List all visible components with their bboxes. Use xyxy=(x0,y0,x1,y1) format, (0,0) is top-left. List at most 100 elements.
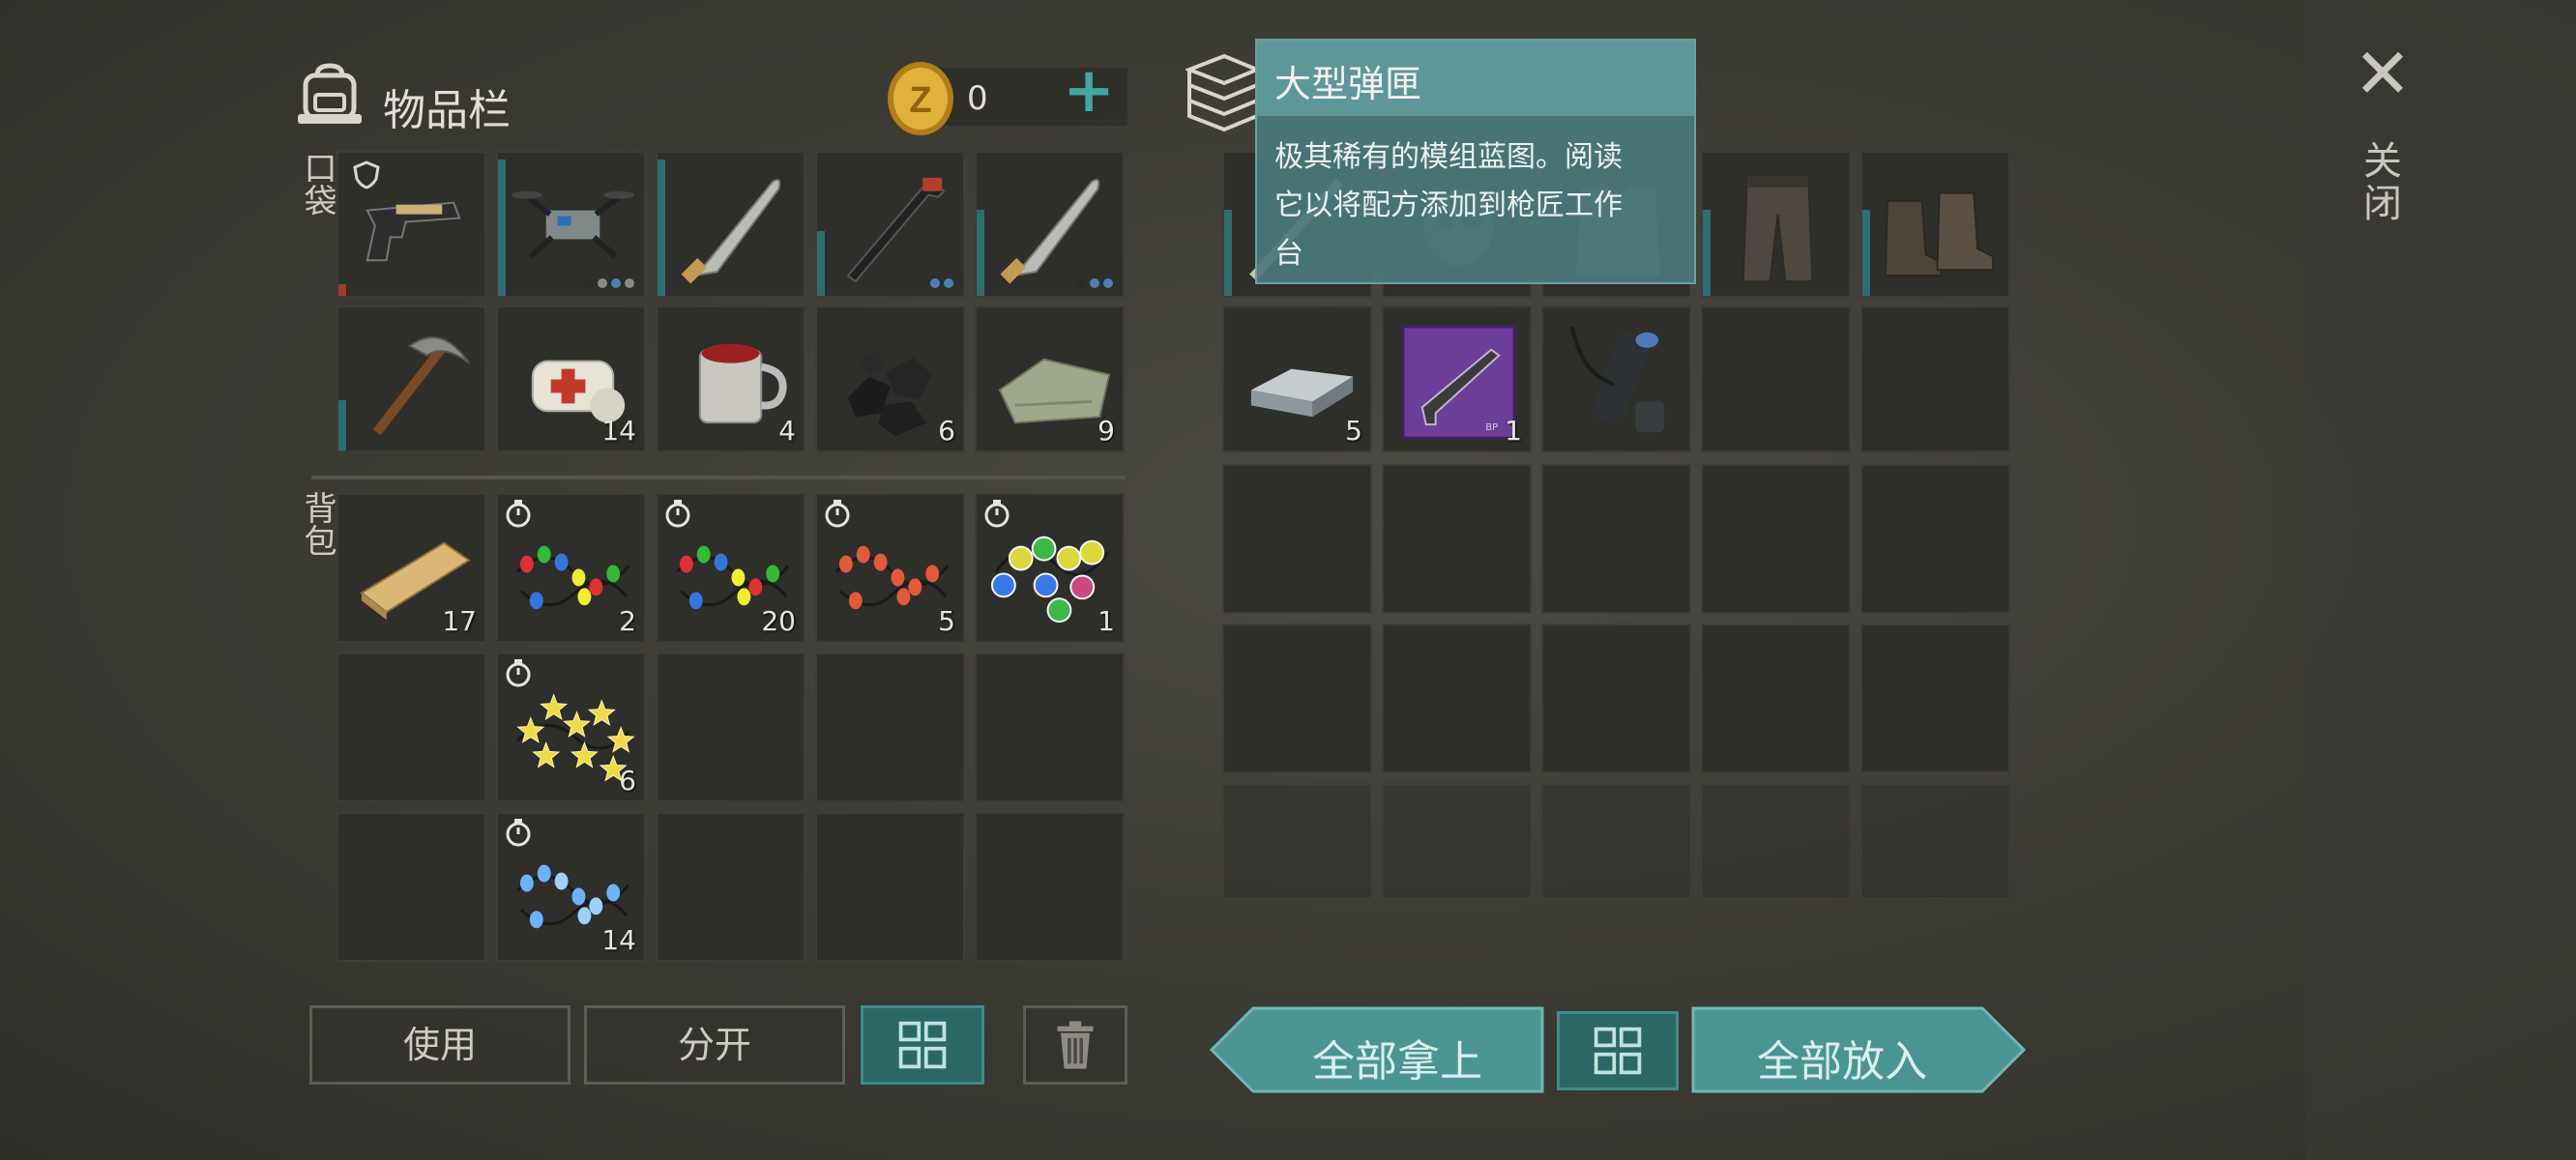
empty-slot[interactable] xyxy=(1541,624,1691,773)
item-count: 4 xyxy=(778,415,796,447)
empty-slot[interactable] xyxy=(1701,624,1851,773)
empty-slot[interactable] xyxy=(1860,783,2010,899)
machete-icon xyxy=(1000,179,1100,284)
pocket-grid: 14 4 6 9 xyxy=(337,151,1125,452)
item-slot[interactable]: 14 xyxy=(496,812,646,962)
empty-slot[interactable] xyxy=(337,652,486,802)
delete-button[interactable] xyxy=(1023,1005,1127,1085)
item-slot[interactable]: 2 xyxy=(496,493,646,643)
empty-slot[interactable] xyxy=(1382,783,1532,899)
sort-grid-icon xyxy=(1594,1027,1642,1075)
empty-slot[interactable] xyxy=(1860,305,2010,452)
item-slot[interactable] xyxy=(496,151,646,298)
empty-slot[interactable] xyxy=(975,652,1125,802)
trash-icon xyxy=(1057,1021,1094,1069)
empty-slot[interactable] xyxy=(1382,464,1532,614)
item-slot[interactable] xyxy=(975,151,1125,298)
item-count: 20 xyxy=(761,605,796,637)
empty-slot[interactable] xyxy=(1222,783,1372,899)
item-count: 6 xyxy=(619,765,636,797)
empty-slot[interactable] xyxy=(1860,624,2010,773)
item-count: 14 xyxy=(601,415,636,447)
item-slot[interactable]: 5 xyxy=(1222,305,1372,452)
durability-bar xyxy=(1703,210,1711,296)
item-slot[interactable]: 20 xyxy=(656,493,805,643)
item-count: 17 xyxy=(442,605,477,637)
split-button[interactable]: 分开 xyxy=(584,1005,845,1085)
durability-bar xyxy=(338,284,346,296)
storage-sort-button[interactable] xyxy=(1557,1011,1679,1090)
close-icon[interactable]: ✕ xyxy=(2352,39,2414,112)
backpack-icon xyxy=(298,63,362,124)
empty-slot[interactable] xyxy=(1222,464,1372,614)
sort-grid-icon xyxy=(898,1021,947,1069)
item-count: 6 xyxy=(938,415,955,447)
close-label[interactable]: 关闭 xyxy=(2363,140,2402,225)
empty-slot[interactable] xyxy=(815,652,965,802)
tooltip-title: 大型弹匣 xyxy=(1257,41,1694,116)
item-slot[interactable] xyxy=(1701,151,1851,298)
put-all-label[interactable]: 全部放入 xyxy=(1702,1027,1982,1088)
item-slot[interactable]: 4 xyxy=(656,305,805,452)
tooltip-description: 极其稀有的模组蓝图。阅读 它以将配方添加到枪匠工作 台 xyxy=(1274,140,1623,271)
timer-icon xyxy=(665,500,690,528)
durability-bar xyxy=(498,160,506,296)
item-count: 5 xyxy=(938,605,955,637)
svg-text:Z: Z xyxy=(909,80,931,121)
empty-slot[interactable] xyxy=(1701,783,1851,899)
sort-button[interactable] xyxy=(861,1005,984,1085)
empty-slot[interactable] xyxy=(815,812,965,962)
item-slot[interactable] xyxy=(337,305,486,452)
divider xyxy=(311,476,1126,479)
use-button[interactable]: 使用 xyxy=(309,1005,571,1085)
timer-icon xyxy=(506,500,531,528)
add-coins-button[interactable]: + xyxy=(1062,60,1116,122)
item-slot[interactable] xyxy=(1541,305,1691,452)
item-slot[interactable] xyxy=(1860,151,2010,298)
item-tooltip: 大型弹匣 极其稀有的模组蓝图。阅读 它以将配方添加到枪匠工作 台 xyxy=(1255,39,1696,284)
timer-icon xyxy=(825,500,850,528)
shield-icon xyxy=(353,160,380,189)
boots-icon xyxy=(1884,191,1995,277)
empty-slot[interactable] xyxy=(1860,464,2010,614)
item-slot[interactable] xyxy=(656,151,805,298)
item-slot[interactable] xyxy=(337,151,486,298)
item-count: 5 xyxy=(1345,415,1362,447)
empty-slot[interactable] xyxy=(1222,624,1372,773)
item-slot[interactable]: 17 xyxy=(337,493,486,643)
empty-slot[interactable] xyxy=(1541,783,1691,899)
durability-bar xyxy=(658,160,665,296)
drone-icon xyxy=(511,190,635,259)
inventory-title: 物品栏 xyxy=(383,86,511,135)
item-count: 1 xyxy=(1098,605,1115,637)
item-slot[interactable]: 6 xyxy=(815,305,965,452)
empty-slot[interactable] xyxy=(656,652,805,802)
item-slot[interactable]: 9 xyxy=(975,305,1125,452)
empty-slot[interactable] xyxy=(975,812,1125,962)
side-panel xyxy=(2305,0,2576,1160)
take-all-label[interactable]: 全部拿上 xyxy=(1257,1027,1537,1088)
item-slot[interactable]: 5 xyxy=(815,493,965,643)
storage-stack-icon xyxy=(1186,53,1261,131)
coin-icon: Z xyxy=(888,62,953,135)
item-slot[interactable]: 6 xyxy=(496,652,646,802)
magazine-icon xyxy=(1569,326,1665,433)
empty-slot[interactable] xyxy=(1701,305,1851,452)
machete-icon xyxy=(681,179,781,284)
backpack-grid: 17 2 20 5 1 6 14 xyxy=(337,493,1125,962)
empty-slot[interactable] xyxy=(337,812,486,962)
durability-bar xyxy=(817,231,825,296)
svg-text:BP: BP xyxy=(1485,422,1498,433)
item-slot[interactable]: 1 xyxy=(975,493,1125,643)
item-count: 1 xyxy=(1505,415,1522,447)
empty-slot[interactable] xyxy=(1541,464,1691,614)
timer-icon xyxy=(506,819,531,847)
item-slot[interactable] xyxy=(815,151,965,298)
storage-empty-grid xyxy=(1222,464,2010,899)
empty-slot[interactable] xyxy=(1382,624,1532,773)
durability-bar xyxy=(977,210,984,296)
item-slot[interactable]: BP 1 xyxy=(1382,305,1532,452)
empty-slot[interactable] xyxy=(1701,464,1851,614)
empty-slot[interactable] xyxy=(656,812,805,962)
item-slot[interactable]: 14 xyxy=(496,305,646,452)
